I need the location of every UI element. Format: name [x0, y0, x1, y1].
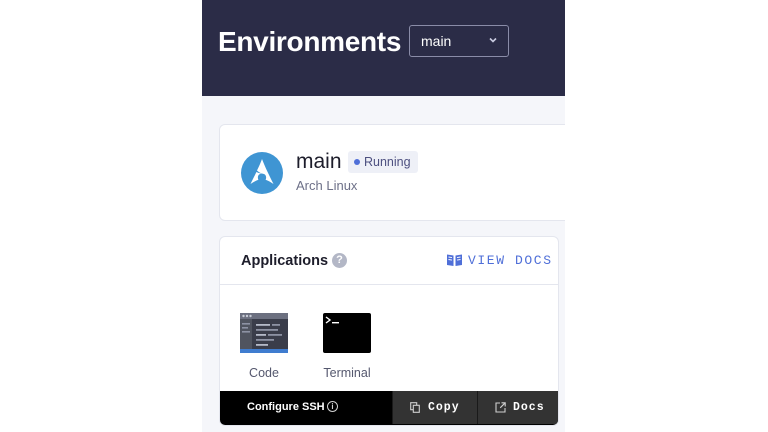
environment-name: main — [296, 150, 342, 173]
environment-select[interactable]: main — [409, 25, 509, 57]
app-frame: Environments main main Running Arch Linu… — [202, 0, 565, 432]
configure-ssh-label: Configure SSH — [247, 401, 325, 413]
copy-icon — [410, 402, 420, 413]
external-link-icon — [495, 402, 506, 413]
docs-button[interactable]: Docs — [477, 391, 558, 424]
book-icon — [447, 254, 462, 266]
status-dot-icon — [354, 158, 360, 165]
status-text: Running — [364, 155, 411, 169]
chevron-down-icon — [489, 37, 497, 43]
copy-button[interactable]: Copy — [392, 391, 477, 424]
view-docs-link[interactable]: VIEW DOCS — [446, 251, 553, 271]
view-docs-label: VIEW DOCS — [468, 253, 553, 268]
copy-label: Copy — [428, 401, 460, 414]
info-icon[interactable]: i — [327, 401, 338, 412]
environment-card: main Running Arch Linux — [219, 124, 565, 221]
app-label-code: Code — [249, 366, 279, 380]
app-label-terminal: Terminal — [323, 366, 371, 380]
help-icon[interactable]: ? — [332, 253, 347, 268]
environment-os: Arch Linux — [296, 178, 358, 193]
app-tile-terminal[interactable]: Terminal — [319, 313, 375, 380]
page-title: Environments — [218, 26, 402, 57]
code-editor-icon — [240, 313, 288, 353]
docs-label: Docs — [513, 401, 545, 414]
divider — [220, 284, 558, 285]
terminal-icon — [323, 313, 371, 353]
applications-card: Applications ? VIEW DOCS Code Terminal C… — [219, 236, 559, 426]
app-tile-code[interactable]: Code — [236, 313, 292, 380]
environment-select-value: main — [421, 33, 452, 49]
page-header: Environments main — [202, 0, 565, 96]
configure-ssh-bar: Configure SSH i Copy Docs — [220, 391, 558, 425]
arch-linux-icon — [241, 152, 283, 194]
status-badge: Running — [348, 151, 418, 173]
applications-title: Applications — [241, 253, 329, 269]
